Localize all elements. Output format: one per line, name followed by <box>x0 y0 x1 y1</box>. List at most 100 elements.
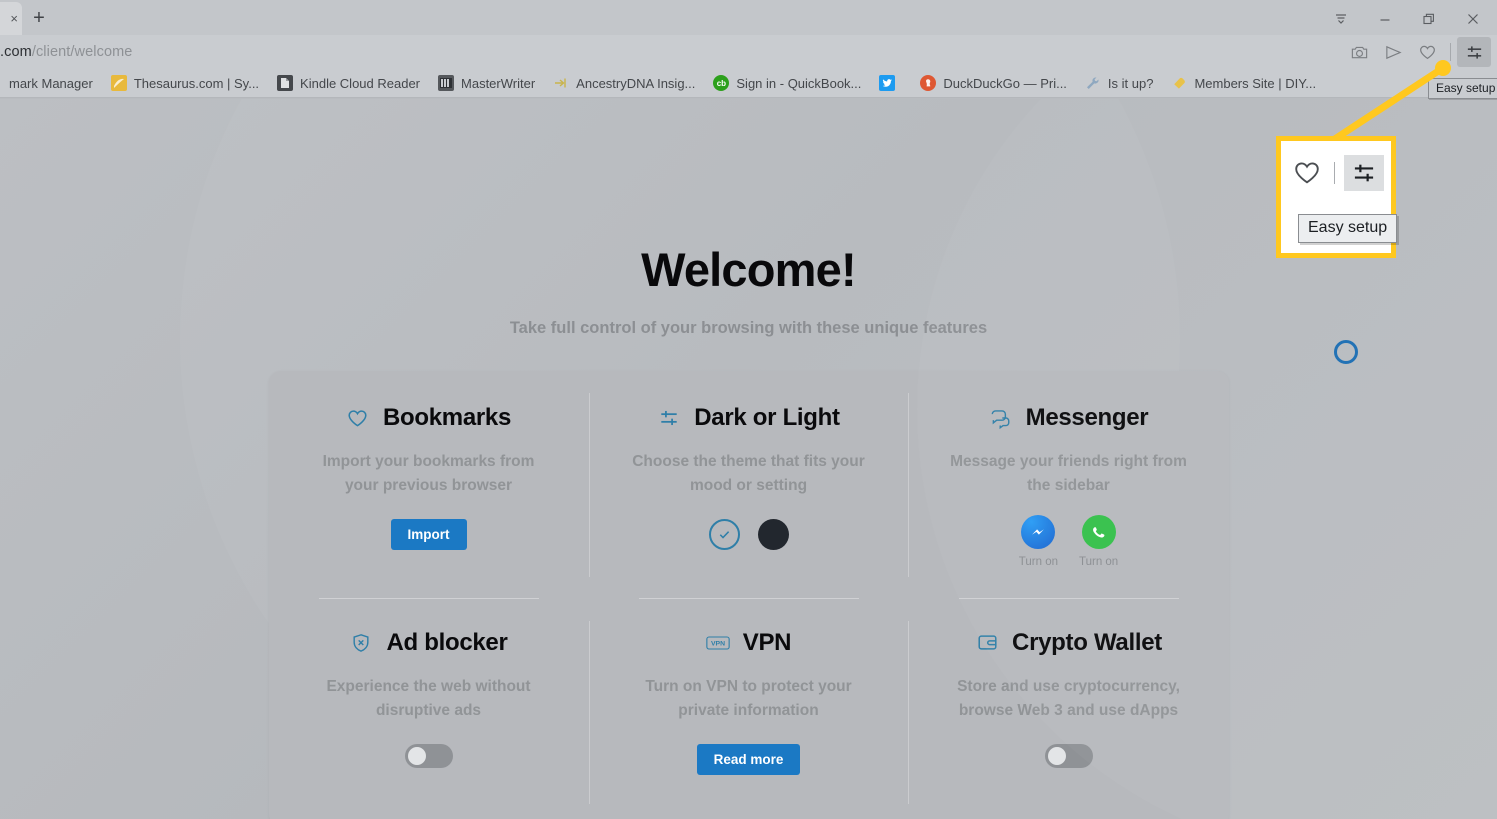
bookmark-label: Members Site | DIY... <box>1194 75 1317 91</box>
feature-header: Ad blocker <box>349 628 508 657</box>
bookmark-label: Is it up? <box>1107 75 1154 91</box>
bookmark-item[interactable]: Kindle Cloud Reader <box>268 71 429 95</box>
crypto-wallet-toggle[interactable] <box>1044 743 1093 768</box>
sliders-icon <box>657 406 681 430</box>
facebook-messenger-icon <box>1021 515 1056 550</box>
chat-bubbles-icon <box>989 406 1013 430</box>
feature-title: VPN <box>742 628 792 656</box>
feature-description: Experience the web without disruptive ad… <box>326 677 531 719</box>
feature-header: Messenger <box>989 404 1149 432</box>
feature-description: Choose the theme that fits your mood or … <box>632 453 865 495</box>
dark-theme-swatch[interactable] <box>757 519 789 551</box>
feature-action <box>1044 743 1093 768</box>
whatsapp-icon <box>1081 515 1116 550</box>
url-domain: .com <box>0 44 32 60</box>
snapshot-icon[interactable] <box>1342 37 1376 67</box>
annotation-divider <box>1333 162 1335 184</box>
quickbooks-icon: cb <box>713 75 730 91</box>
feature-action <box>404 743 453 768</box>
feature-vpn: VPN VPN Turn on VPN to protect your priv… <box>588 599 909 819</box>
easy-setup-icon[interactable] <box>1457 37 1491 67</box>
bookmark-label: Sign in - QuickBook... <box>736 75 862 91</box>
bookmark-item[interactable]: DuckDuckGo — Pri... <box>911 71 1076 95</box>
kindle-icon <box>277 75 294 91</box>
features-card: Bookmarks Import your bookmarks from you… <box>268 371 1229 819</box>
address-bar: .com/client/welcome <box>0 35 1497 69</box>
toggle-knob <box>1047 746 1066 765</box>
bookmark-label: MasterWriter <box>461 75 536 91</box>
toolbar-divider <box>1450 43 1451 61</box>
bookmark-item[interactable] <box>870 71 911 95</box>
tag-icon <box>1171 75 1187 91</box>
wrench-icon <box>1085 75 1101 91</box>
window-controls <box>1319 2 1497 35</box>
feature-description: Store and use cryptocurrency, browse Web… <box>957 677 1180 719</box>
messenger-app-label: Turn on <box>1018 556 1058 569</box>
page-title: Welcome! <box>641 243 857 296</box>
ad-blocker-toggle[interactable] <box>404 743 453 768</box>
tab-strip: × + <box>0 0 1497 35</box>
flow-send-icon[interactable] <box>1376 37 1410 67</box>
easy-setup-browser-tooltip: Easy setup <box>1428 78 1497 99</box>
bookmark-item[interactable]: mark Manager <box>0 71 102 95</box>
twitter-icon <box>879 75 896 91</box>
duckduckgo-icon <box>920 75 937 91</box>
bookmark-item[interactable]: Thesaurus.com | Sy... <box>102 71 268 95</box>
new-tab-button[interactable]: + <box>22 2 56 35</box>
feature-title: Crypto Wallet <box>1012 628 1162 656</box>
svg-text:VPN: VPN <box>711 640 725 647</box>
bookmark-item[interactable]: Is it up? <box>1076 71 1163 95</box>
bookmark-item[interactable]: AncestryDNA Insig... <box>544 71 704 95</box>
ancestry-icon <box>553 75 569 91</box>
feature-title: Dark or Light <box>694 404 840 431</box>
url-path: /client/welcome <box>31 44 133 60</box>
heart-bookmarks-icon-zoomed[interactable] <box>1289 155 1325 191</box>
import-bookmarks-button[interactable]: Import <box>390 519 467 551</box>
wallet-icon <box>975 631 999 655</box>
feature-action: Turn on Turn on <box>1019 515 1118 568</box>
close-icon[interactable] <box>1451 2 1495 35</box>
feature-crypto-wallet: Crypto Wallet Store and use cryptocurren… <box>909 599 1229 819</box>
easy-setup-tooltip-zoomed: Easy setup <box>1298 214 1398 243</box>
annotation-callout-box: Easy setup <box>1276 136 1398 258</box>
thesaurus-icon <box>110 75 127 91</box>
address-bar-icons <box>1342 37 1497 67</box>
heart-bookmarks-icon[interactable] <box>1410 37 1444 67</box>
feature-header: Bookmarks <box>346 404 511 432</box>
feature-header: Dark or Light <box>657 404 840 432</box>
feature-messenger: Messenger Message your friends right fro… <box>909 371 1229 599</box>
sidebar-loading-circle <box>1334 340 1358 364</box>
tab-list-icon[interactable] <box>1319 2 1363 35</box>
feature-header: VPN VPN <box>706 628 792 657</box>
heart-icon <box>346 406 370 430</box>
browser-tab[interactable]: × <box>0 2 22 35</box>
light-theme-swatch[interactable] <box>708 519 740 551</box>
messenger-app-facebook[interactable]: Turn on <box>1019 515 1058 568</box>
bookmark-item[interactable]: cb Sign in - QuickBook... <box>704 71 870 95</box>
bookmark-label: Kindle Cloud Reader <box>300 75 421 91</box>
feature-action: Read more <box>696 743 801 775</box>
feature-description: Message your friends right from the side… <box>950 453 1187 495</box>
feature-header: Crypto Wallet <box>975 629 1162 657</box>
bookmark-label: mark Manager <box>9 75 93 91</box>
minimize-icon[interactable] <box>1363 2 1407 35</box>
feature-title: Bookmarks <box>382 404 512 431</box>
bookmarks-bar: mark Manager Thesaurus.com | Sy... Kindl… <box>0 69 1497 98</box>
tab-close-icon[interactable]: × <box>10 12 18 25</box>
page-subtitle: Take full control of your browsing with … <box>509 319 988 337</box>
restore-icon[interactable] <box>1407 2 1451 35</box>
feature-action: Import <box>390 519 467 551</box>
feature-ad-blocker: Ad blocker Experience the web without di… <box>269 599 589 819</box>
section-divider <box>958 597 1179 599</box>
feature-title: Ad blocker <box>386 628 508 656</box>
url-field[interactable]: .com/client/welcome <box>0 44 132 60</box>
vpn-read-more-button[interactable]: Read more <box>696 743 801 775</box>
easy-setup-icon-zoomed[interactable] <box>1343 155 1384 191</box>
welcome-page: Welcome! Take full control of your brows… <box>0 99 1497 819</box>
bookmark-item[interactable]: MasterWriter <box>429 71 544 95</box>
feature-title: Messenger <box>1025 404 1149 431</box>
bookmark-item[interactable]: Members Site | DIY... <box>1162 71 1325 95</box>
bookmark-label: DuckDuckGo — Pri... <box>943 75 1067 91</box>
messenger-app-whatsapp[interactable]: Turn on <box>1079 515 1118 568</box>
feature-bookmarks: Bookmarks Import your bookmarks from you… <box>269 371 589 599</box>
